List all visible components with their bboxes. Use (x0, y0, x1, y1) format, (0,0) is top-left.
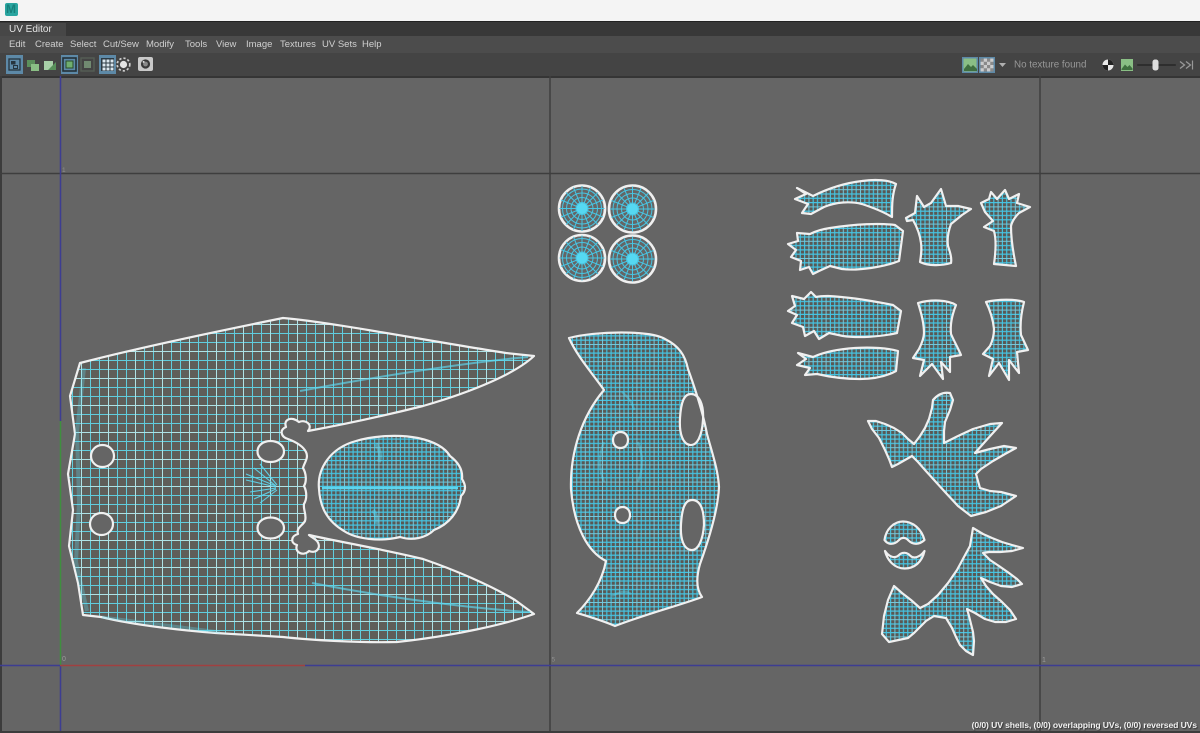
svg-text:1: 1 (1042, 657, 1046, 664)
svg-text:0: 0 (62, 656, 66, 663)
svg-text:No texture found: No texture found (1014, 60, 1086, 71)
svg-text:1: 1 (62, 167, 66, 174)
svg-text:5: 5 (552, 657, 556, 664)
